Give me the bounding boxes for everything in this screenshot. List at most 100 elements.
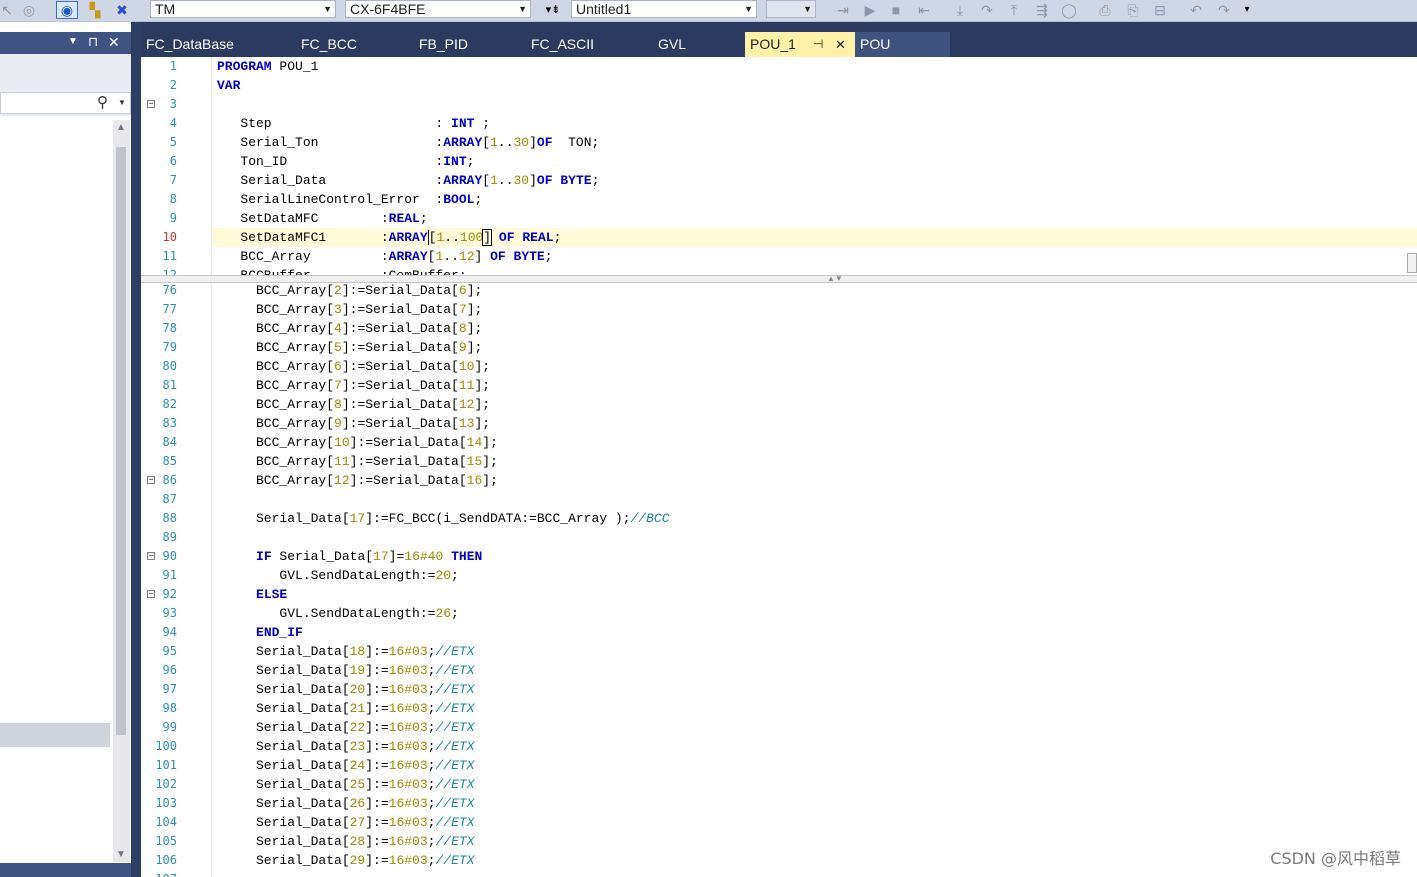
line-number: 11 <box>162 249 177 263</box>
pane-splitter[interactable]: ▲▼ <box>141 274 1417 283</box>
tab-pou[interactable]: POU <box>855 32 950 57</box>
panel-menu-icon[interactable]: ▼ <box>68 36 78 47</box>
line-number: 102 <box>155 777 177 791</box>
line-number: 81 <box>162 378 177 392</box>
tab-pou-1-label: POU_1 <box>750 36 796 52</box>
panel-splitter[interactable] <box>131 22 141 877</box>
close-icon[interactable]: ✕ <box>108 34 120 51</box>
empty-combo[interactable]: ▼ <box>766 0 816 18</box>
line-number: 96 <box>162 663 177 677</box>
step-out-icon[interactable]: ⤒ <box>1004 1 1024 19</box>
redo-icon[interactable]: ↷ <box>1212 1 1236 19</box>
undo-icon[interactable]: ↶ <box>1184 1 1208 19</box>
line-number: 80 <box>162 359 177 373</box>
step-back-icon[interactable]: ↷ <box>976 1 998 19</box>
back-icon[interactable]: ↖ <box>0 1 14 19</box>
splitter-arrows-icon[interactable]: ▲▼ <box>827 274 843 283</box>
line-number: 86 <box>162 473 177 487</box>
chevron-down-icon: ▼ <box>518 4 527 14</box>
toolbar-overflow-icon[interactable]: ▾ <box>1240 1 1254 19</box>
gutter-separator <box>211 57 212 275</box>
implementation-pane[interactable]: 76 77 78 79 80 81 82 83 84 85 86 87 88 8… <box>141 283 1417 877</box>
code-editor[interactable]: 1 2 3 4 5 6 7 8 9 10 11 12 − PROGRAM POU… <box>141 57 1417 877</box>
disconnect-icon[interactable]: ✖ <box>110 1 134 19</box>
line-number: 104 <box>155 815 177 829</box>
chevron-down-icon: ▼ <box>744 4 753 14</box>
refresh-icon[interactable]: ◎ <box>18 1 40 19</box>
chevron-down-icon: ▼ <box>803 4 812 14</box>
reset-icon[interactable]: ⇤ <box>912 1 936 19</box>
stop-icon[interactable]: ■ <box>886 1 906 19</box>
line-number: 92 <box>162 587 177 601</box>
line-number: 4 <box>169 116 177 130</box>
config-combo-value: Untitled1 <box>576 1 632 17</box>
pin-icon[interactable]: ⊓ <box>88 34 98 50</box>
filter-icon[interactable]: ▾⇟ <box>540 1 566 19</box>
line-number: 94 <box>162 625 177 639</box>
tab-fc-bcc[interactable]: FC_BCC <box>296 32 406 57</box>
line-number: 9 <box>169 211 177 225</box>
left-panel-header: ▼ ⊓ ✕ <box>0 32 131 54</box>
print-icon[interactable]: ⎙ <box>1094 1 1116 19</box>
implementation-code: BCC_Array[2]:=Serial_Data[6]; BCC_Array[… <box>217 283 670 868</box>
breakpoint-icon[interactable]: ◯ <box>1058 1 1080 19</box>
line-number: 83 <box>162 416 177 430</box>
line-number: 7 <box>169 173 177 187</box>
line-number: 93 <box>162 606 177 620</box>
document-tabs: FC_DataBase FC_BCC FB_PID FC_ASCII GVL P… <box>141 22 1417 57</box>
scroll-down-icon[interactable]: ▼ <box>116 849 126 860</box>
line-number: 76 <box>162 283 177 297</box>
line-number: 87 <box>162 492 177 506</box>
search-icon[interactable]: ⚲ <box>97 93 108 111</box>
pin-icon[interactable]: ⊣ <box>813 32 823 57</box>
print-preview-icon[interactable]: ⎘ <box>1122 1 1144 19</box>
network-icon[interactable]: ▚ <box>84 1 106 19</box>
step-into-icon[interactable]: ⇥ <box>832 1 854 19</box>
line-number: 3 <box>169 97 177 111</box>
fold-collapse-icon[interactable]: − <box>147 100 155 108</box>
step-over-icon[interactable]: ⤓ <box>950 1 970 19</box>
tab-fc-ascii[interactable]: FC_ASCII <box>526 32 646 57</box>
fold-collapse-icon[interactable]: − <box>147 552 155 560</box>
line-number: 85 <box>162 454 177 468</box>
save-all-icon[interactable]: ⊟ <box>1148 1 1172 19</box>
device-combo[interactable]: CX-6F4BFE ▼ <box>345 0 531 18</box>
tab-pou-1[interactable]: POU_1 ⊣ ✕ <box>745 32 855 57</box>
declaration-pane[interactable]: 1 2 3 4 5 6 7 8 9 10 11 12 − PROGRAM POU… <box>141 57 1417 275</box>
close-icon[interactable]: ✕ <box>835 32 846 57</box>
left-panel-footer <box>0 863 133 877</box>
config-combo[interactable]: Untitled1 ▼ <box>571 0 757 18</box>
line-number: 90 <box>162 549 177 563</box>
line-number: 88 <box>162 511 177 525</box>
line-number: 10 <box>162 230 177 244</box>
tab-fc-database[interactable]: FC_DataBase <box>141 32 291 57</box>
line-number: 78 <box>162 321 177 335</box>
line-number-gutter: 1 2 3 4 5 6 7 8 9 10 11 12 − <box>141 57 195 275</box>
device-combo-value: CX-6F4BFE <box>350 1 426 17</box>
target-combo[interactable]: TM ▼ <box>150 0 336 18</box>
fold-collapse-icon[interactable]: − <box>147 590 155 598</box>
line-number: 8 <box>169 192 177 206</box>
line-number: 103 <box>155 796 177 810</box>
declaration-code: PROGRAM POU_1 VAR Step : INT ; Serial_To… <box>217 59 600 275</box>
line-number: 79 <box>162 340 177 354</box>
horizontal-scroll-stub[interactable] <box>1407 253 1417 273</box>
line-number: 107 <box>155 872 177 877</box>
scroll-up-icon[interactable]: ▲ <box>116 122 126 133</box>
line-number: 89 <box>162 530 177 544</box>
toolbar: ↖ ◎ ◉ ▚ ✖ TM ▼ CX-6F4BFE ▼ ▾⇟ Untitled1 ▼ ▼… <box>0 0 1417 22</box>
line-number: 5 <box>169 135 177 149</box>
scrollbar-thumb[interactable] <box>116 147 126 735</box>
login-icon[interactable]: ◉ <box>56 1 78 19</box>
left-panel: ▼ ⊓ ✕ ⚲ ▼ ▲ ▼ <box>0 22 133 877</box>
chevron-down-icon[interactable]: ▼ <box>118 98 126 107</box>
line-number: 82 <box>162 397 177 411</box>
line-number: 1 <box>169 59 177 73</box>
search-input[interactable]: ⚲ ▼ <box>0 92 131 114</box>
fold-collapse-icon[interactable]: − <box>147 476 155 484</box>
breakpoint-list-icon[interactable]: ⇶ <box>1030 1 1054 19</box>
start-icon[interactable]: ▶ <box>860 1 880 19</box>
tab-fb-pid[interactable]: FB_PID <box>414 32 519 57</box>
selected-tree-item[interactable] <box>0 723 110 747</box>
tab-gvl[interactable]: GVL <box>653 32 743 57</box>
